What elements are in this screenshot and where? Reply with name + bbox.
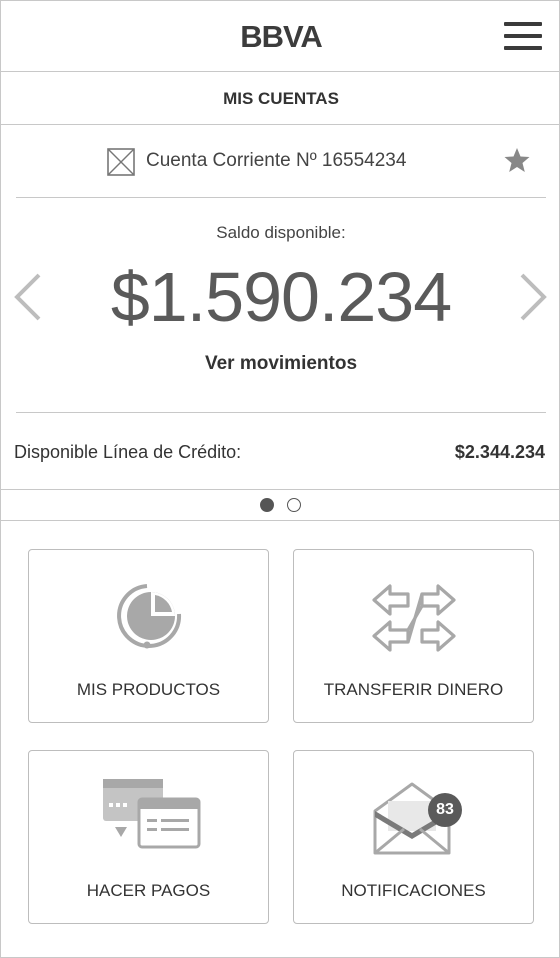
credit-line-label: Disponible Línea de Crédito: xyxy=(14,442,242,462)
pagination-dot[interactable] xyxy=(287,498,301,512)
tile-label: MIS PRODUCTOS xyxy=(76,680,221,699)
divider xyxy=(1,489,560,490)
app-screen: BBVA MIS CUENTAS Cuenta Corriente Nº 165… xyxy=(0,0,560,958)
chevron-right-icon[interactable] xyxy=(516,271,550,323)
payment-cards-icon xyxy=(103,779,201,849)
tile-hacer-pagos[interactable]: HACER PAGOS xyxy=(28,750,269,924)
notification-count-badge: 83 xyxy=(428,793,462,827)
hamburger-menu-icon[interactable] xyxy=(504,22,542,50)
divider xyxy=(16,412,546,413)
account-image-placeholder-icon xyxy=(107,148,135,176)
page-title: MIS CUENTAS xyxy=(1,73,560,125)
transfer-arrows-icon xyxy=(372,584,456,652)
tile-label: HACER PAGOS xyxy=(86,881,211,900)
divider xyxy=(16,197,546,198)
balance-label: Saldo disponible: xyxy=(216,223,346,242)
account-name: Cuenta Corriente Nº 16554234 xyxy=(146,150,407,171)
tile-label: NOTIFICACIONES xyxy=(341,881,486,900)
tile-notificaciones[interactable]: 83 NOTIFICACIONES xyxy=(293,750,534,924)
tile-label: TRANSFERIR DINERO xyxy=(323,680,504,699)
pie-chart-icon xyxy=(117,584,182,649)
credit-line-value: $2.344.234 xyxy=(454,442,545,462)
top-bar: BBVA xyxy=(1,1,560,72)
account-header: Cuenta Corriente Nº 16554234 xyxy=(1,126,560,198)
tile-transferir-dinero[interactable]: TRANSFERIR DINERO xyxy=(293,549,534,723)
star-icon[interactable] xyxy=(503,146,531,174)
carousel-pagination xyxy=(260,498,306,514)
bbva-logo: BBVA xyxy=(240,19,323,54)
balance-amount: $1.590.234 xyxy=(110,258,452,336)
view-movements-link[interactable]: Ver movimientos xyxy=(1,353,560,375)
tile-mis-productos[interactable]: MIS PRODUCTOS xyxy=(28,549,269,723)
divider xyxy=(1,520,560,521)
pagination-dot-active[interactable] xyxy=(260,498,274,512)
